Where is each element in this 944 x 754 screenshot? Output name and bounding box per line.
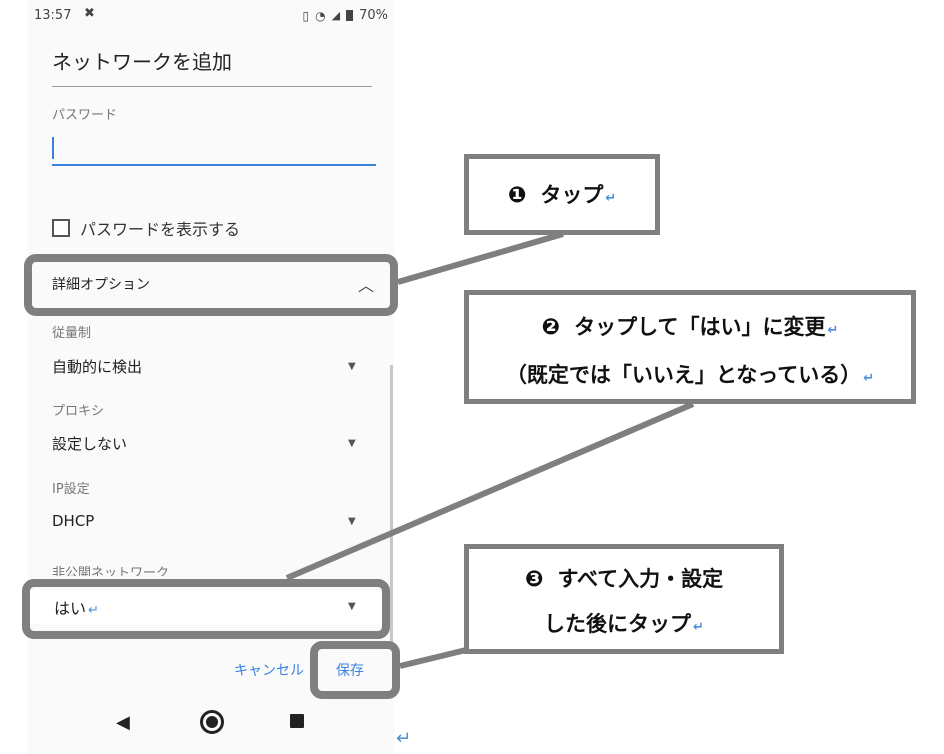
callout-step1: ❶ タップ ↵ [464, 154, 660, 235]
step-number: ❸ [524, 567, 544, 592]
step-number: ❷ [541, 315, 561, 340]
connector-step3 [399, 647, 467, 669]
connector-step1 [397, 231, 564, 285]
callout-line1: ❸ すべて入力・設定 [524, 567, 724, 592]
callout-text: タップ [540, 183, 604, 207]
callout-line1: ❷ タップして「はい」に変更 ↵ [541, 315, 839, 340]
return-mark: ↵ [396, 728, 412, 749]
callout-step2: ❷ タップして「はい」に変更 ↵ （既定では「いいえ」となっている） ↵ [464, 290, 916, 404]
callout-line2: した後にタップ ↵ [544, 612, 704, 636]
return-mark: ↵ [827, 323, 839, 338]
return-mark: ↵ [863, 371, 875, 386]
callout-step3: ❸ すべて入力・設定 した後にタップ ↵ [464, 544, 784, 654]
callout-line2: （既定では「いいえ」となっている） ↵ [505, 363, 875, 387]
step-number: ❶ [507, 183, 527, 208]
return-mark: ↵ [605, 191, 617, 206]
return-mark: ↵ [693, 620, 704, 635]
